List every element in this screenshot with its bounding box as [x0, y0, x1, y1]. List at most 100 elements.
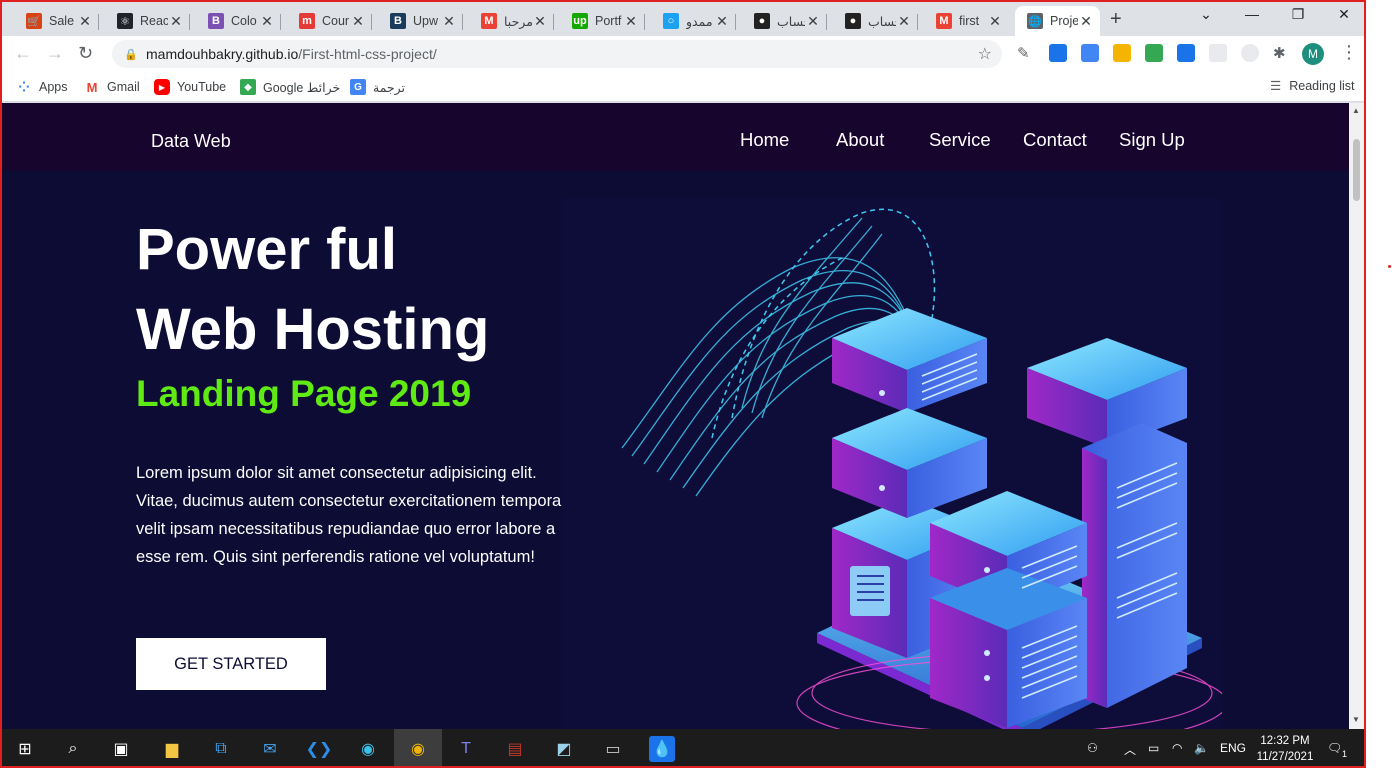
reading-list-button[interactable]: ☰ Reading list [1270, 78, 1355, 94]
tab-close-icon[interactable]: ✕ [805, 13, 821, 30]
volume-icon[interactable]: 🔈 [1194, 741, 1209, 755]
tab-title: مرحبا [504, 14, 532, 29]
tab-close-icon[interactable]: ✕ [259, 13, 275, 30]
tab-close-icon[interactable]: ✕ [168, 13, 184, 30]
tab-separator [189, 14, 190, 30]
tab-close-icon[interactable]: ✕ [532, 13, 548, 30]
notes-extension-icon[interactable] [1113, 44, 1131, 62]
bookmark-gmail[interactable]: M Gmail [84, 78, 140, 96]
screen-capture-extension-icon[interactable] [1177, 44, 1195, 62]
minimize-button[interactable]: — [1232, 6, 1272, 22]
restore-button[interactable]: ❐ [1278, 6, 1318, 23]
browser-tab[interactable]: ○ ممدو ✕ [651, 6, 736, 36]
browser-tab[interactable]: ● حساب✕ [742, 6, 827, 36]
language-indicator[interactable]: ENG [1220, 741, 1246, 755]
tab-title: Cour [322, 14, 350, 28]
browser-tab[interactable]: ⚛ React✕ [105, 6, 190, 36]
bookmark-youtube[interactable]: ▶ YouTube [154, 78, 226, 96]
forward-icon[interactable]: → [46, 43, 64, 64]
browser-tab[interactable]: up Portf ✕ [560, 6, 645, 36]
scroll-down-arrow-icon[interactable]: ▼ [1352, 715, 1360, 724]
store-icon[interactable]: ⧉ [208, 736, 234, 762]
site-navbar: Data Web Home About Service Contact Sign… [2, 103, 1349, 171]
red-marker-dot [1388, 265, 1391, 268]
teams-icon[interactable]: T [453, 736, 479, 762]
browser-tab[interactable]: Mfirst ✕ [924, 6, 1009, 36]
bookmark-star-icon[interactable]: ☆ [978, 44, 992, 64]
tab-separator [462, 14, 463, 30]
scrollbar-thumb[interactable] [1353, 139, 1360, 201]
tab-favicon-icon: ⚛ [117, 13, 133, 29]
profile-avatar[interactable]: M [1302, 43, 1324, 65]
grid-extension-icon[interactable] [1209, 44, 1227, 62]
search-icon[interactable]: ⌕ [60, 736, 86, 762]
browser-tab[interactable]: 🌐 Proje ✕ [1015, 6, 1100, 36]
scroll-up-arrow-icon[interactable]: ▲ [1352, 106, 1360, 115]
windows-start-icon[interactable]: ⊞ [12, 736, 38, 762]
browser-tab[interactable]: B Upw ✕ [378, 6, 463, 36]
tab-close-icon[interactable]: ✕ [350, 13, 366, 30]
system-clock[interactable]: 12:32 PM 11/27/2021 [1252, 733, 1318, 765]
get-started-button[interactable]: GET STARTED [136, 638, 326, 690]
translate-icon: G [350, 79, 366, 95]
terminal-icon[interactable]: ▭ [600, 736, 626, 762]
show-hidden-icons-chevron[interactable]: ︿ [1124, 741, 1136, 758]
tab-close-icon[interactable]: ✕ [441, 13, 457, 30]
bookmark-translate[interactable]: G ترجمة [350, 78, 405, 96]
new-tab-button[interactable]: + [1110, 8, 1122, 31]
battery-icon[interactable]: ▭ [1148, 741, 1159, 755]
tab-close-icon[interactable]: ✕ [623, 13, 639, 30]
tab-close-icon[interactable]: ✕ [77, 13, 93, 30]
bookmark-google-maps[interactable]: ◆ Google خرائط [240, 78, 340, 96]
water-drop-extension-icon[interactable] [1049, 44, 1067, 62]
tab-close-icon[interactable]: ✕ [1078, 13, 1094, 30]
nav-contact[interactable]: Contact [1023, 129, 1087, 151]
menu-kebab-icon[interactable]: ⋮ [1340, 42, 1358, 63]
nav-home[interactable]: Home [740, 129, 789, 151]
mail-icon[interactable]: ✉ [257, 736, 283, 762]
nav-about[interactable]: About [836, 129, 884, 151]
site-logo[interactable]: Data Web [151, 131, 231, 152]
chrome-taskbar-icon[interactable]: ◉ [394, 729, 442, 766]
browser-tab[interactable]: m Cour ✕ [287, 6, 372, 36]
nav-service[interactable]: Service [929, 129, 991, 151]
tab-close-icon[interactable]: ✕ [896, 13, 912, 30]
tab-close-icon[interactable]: ✕ [987, 13, 1003, 30]
url-path: /First-html-css-project/ [298, 46, 437, 62]
tab-separator [735, 14, 736, 30]
close-window-button[interactable]: ✕ [1324, 6, 1364, 23]
tab-search-icon[interactable]: ⌄ [1186, 6, 1226, 23]
tab-separator [371, 14, 372, 30]
tab-favicon-icon: B [390, 13, 406, 29]
back-icon[interactable]: ← [14, 43, 32, 64]
wifi-icon[interactable]: ◠ [1172, 741, 1182, 755]
task-view-icon[interactable]: ▣ [108, 736, 134, 762]
winrar-icon[interactable]: ▤ [502, 736, 528, 762]
page-scrollbar[interactable]: ▲ ▼ [1349, 103, 1364, 729]
file-explorer-icon[interactable]: ▆ [159, 736, 185, 762]
water-app-icon[interactable]: 💧 [649, 736, 675, 762]
eyedropper-extension-icon[interactable]: ✎ [1017, 44, 1035, 62]
puzzle-extensions-icon[interactable]: ✱ [1273, 44, 1291, 62]
tab-favicon-icon: ○ [663, 13, 679, 29]
paint-icon[interactable]: ◩ [551, 736, 577, 762]
people-icon[interactable]: ⚇ [1087, 741, 1098, 755]
face-extension-icon[interactable] [1241, 44, 1259, 62]
edge-icon[interactable]: ◉ [355, 736, 381, 762]
bookmark-apps[interactable]: ⁘ Apps [16, 78, 67, 96]
browser-tab[interactable]: M مرحبا ✕ [469, 6, 554, 36]
address-bar[interactable]: 🔒 mamdouhbakry.github.io/First-html-css-… [112, 40, 1002, 68]
vscode-icon[interactable]: ❮❯ [306, 736, 333, 762]
color-extension-icon[interactable] [1145, 44, 1163, 62]
lock-icon[interactable]: 🔒 [124, 48, 138, 61]
download-extension-icon[interactable] [1081, 44, 1099, 62]
tab-close-icon[interactable]: ✕ [714, 13, 730, 30]
browser-tab[interactable]: B Colo ✕ [196, 6, 281, 36]
tab-separator [826, 14, 827, 30]
browser-tab[interactable]: 🛒 Sale ✕ [14, 6, 99, 36]
notifications-icon[interactable]: 🗨 [1327, 741, 1342, 755]
reload-icon[interactable]: ↻ [78, 43, 93, 64]
browser-tab[interactable]: ● حساب✕ [833, 6, 918, 36]
page-viewport: Data Web Home About Service Contact Sign… [2, 103, 1349, 729]
nav-sign-up[interactable]: Sign Up [1119, 129, 1185, 151]
